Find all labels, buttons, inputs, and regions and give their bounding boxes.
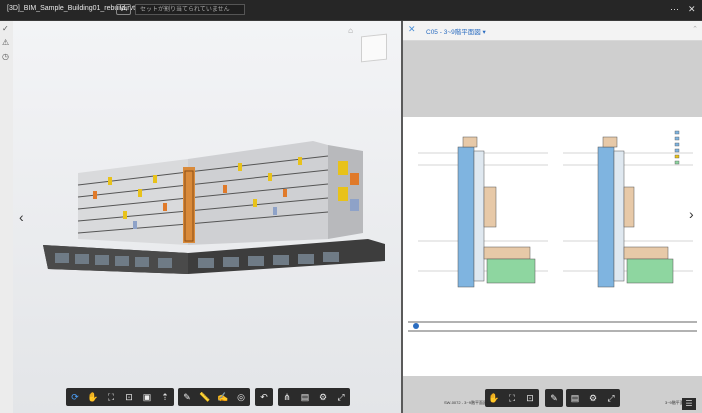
- navigation-toolbar: ⟳ ✋ ⛶ ⊡ ▣ ⇡: [66, 388, 174, 406]
- properties-icon[interactable]: ▤: [296, 388, 314, 406]
- settings-icon[interactable]: ⚙: [584, 389, 602, 407]
- sheet-tools-toolbar: ▤ ⚙ ⤢: [566, 389, 620, 407]
- sheet-viewer-2d[interactable]: SW-0072 - 3~9階平面図 (3F/4F) 3~9階平面図 › ✋ ⛶ …: [403, 41, 702, 413]
- fullscreen-icon[interactable]: ⤢: [332, 388, 350, 406]
- annotate-icon[interactable]: ✍: [214, 388, 232, 406]
- fit-icon[interactable]: ⛶: [503, 389, 521, 407]
- zoom-window-icon[interactable]: ⊡: [120, 388, 138, 406]
- model-toolbar: ⋔ ▤ ⚙ ⤢: [278, 388, 350, 406]
- ellipsis-icon[interactable]: ⋯: [670, 4, 679, 15]
- first-person-icon[interactable]: ⇡: [156, 388, 174, 406]
- markup-icon[interactable]: ✎: [545, 389, 563, 407]
- sheet-header: ✕ C05 - 3~9階平面図 ▾ ⌃: [403, 21, 702, 41]
- sheet-selector-label: C05 - 3~9階平面図: [426, 29, 481, 36]
- orbit-icon[interactable]: ⟳: [66, 388, 84, 406]
- zoom-window-icon[interactable]: ⊡: [521, 389, 539, 407]
- fit-icon[interactable]: ⛶: [102, 388, 120, 406]
- floor-plan-drawing: [408, 130, 697, 332]
- chevron-up-icon[interactable]: ⌃: [692, 25, 698, 33]
- clock-icon[interactable]: ◷: [2, 52, 9, 61]
- chevron-down-icon: ▾: [482, 29, 486, 36]
- set-assignment-field[interactable]: セットが割り当てられていません: [135, 4, 245, 15]
- model-tree-icon[interactable]: ⋔: [278, 388, 296, 406]
- check-icon[interactable]: ✓: [2, 24, 9, 33]
- model-viewer-3d[interactable]: ⌂ ‹ ⟳ ✋ ⛶ ⊡ ▣ ⇡ ✎ 📏 ✍ ◎ ↶ ⋔ ▤ ⚙ ⤢: [13, 21, 401, 413]
- top-bar: [3D]_BIM_Sample_Building01_rebuild.rvt V…: [0, 0, 702, 21]
- close-icon[interactable]: ✕: [408, 24, 416, 35]
- settings-icon[interactable]: ⚙: [314, 388, 332, 406]
- visibility-icon[interactable]: ◎: [232, 388, 250, 406]
- undo-toolbar: ↶: [255, 388, 273, 406]
- sheet-navigation-toolbar: ✋ ⛶ ⊡: [485, 389, 539, 407]
- warning-icon[interactable]: ⚠: [2, 38, 9, 47]
- markup-toolbar: ✎ 📏 ✍ ◎: [178, 388, 250, 406]
- save-icon[interactable]: ▤: [566, 389, 584, 407]
- fullscreen-icon[interactable]: ⤢: [602, 389, 620, 407]
- pan-icon[interactable]: ✋: [485, 389, 503, 407]
- section-box-icon[interactable]: ▣: [138, 388, 156, 406]
- undo-icon[interactable]: ↶: [255, 388, 273, 406]
- close-icon[interactable]: ✕: [688, 4, 696, 15]
- version-badge[interactable]: V4: [116, 4, 131, 15]
- drawing-sheet: SW-0072 - 3~9階平面図 (3F/4F) 3~9階平面図: [403, 117, 702, 405]
- sheet-selector[interactable]: C05 - 3~9階平面図 ▾: [426, 26, 486, 36]
- menu-icon[interactable]: ☰: [682, 398, 696, 410]
- building-model[interactable]: [13, 21, 401, 413]
- measure-icon[interactable]: 📏: [196, 388, 214, 406]
- left-tool-strip: ✓ ⚠ ◷: [0, 21, 13, 413]
- sheet-markup-toolbar: ✎: [545, 389, 563, 407]
- pan-icon[interactable]: ✋: [84, 388, 102, 406]
- next-arrow-icon[interactable]: ›: [689, 206, 694, 222]
- markup-icon[interactable]: ✎: [178, 388, 196, 406]
